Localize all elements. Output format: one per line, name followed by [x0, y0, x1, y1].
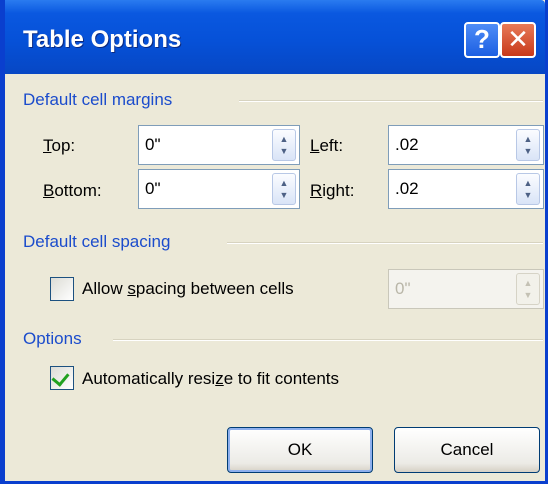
spin-down-icon[interactable]: ▼ — [517, 146, 539, 156]
spin-down-icon[interactable]: ▼ — [273, 146, 295, 156]
auto-resize-checkbox[interactable] — [50, 366, 74, 390]
close-button[interactable]: ✕ — [500, 22, 536, 58]
left-margin-value: .02 — [395, 135, 419, 154]
top-margin-label: Top: — [43, 136, 76, 155]
spin-up-icon[interactable]: ▲ — [517, 278, 539, 288]
dialog-title: Table Options — [23, 26, 182, 53]
separator — [113, 339, 543, 341]
group-label-cell-spacing: Default cell spacing — [23, 232, 171, 251]
bottom-margin-value: 0" — [145, 179, 161, 198]
cell-spacing-value: 0" — [395, 279, 411, 298]
left-margin-label: Left: — [310, 136, 344, 155]
left-margin-spin-buttons[interactable]: ▲ ▼ — [516, 129, 540, 161]
top-margin-value: 0" — [145, 135, 161, 154]
spin-down-icon[interactable]: ▼ — [517, 190, 539, 200]
right-margin-value: .02 — [395, 179, 419, 198]
separator — [239, 100, 543, 102]
spin-up-icon[interactable]: ▲ — [273, 178, 295, 188]
spin-up-icon[interactable]: ▲ — [517, 134, 539, 144]
cell-spacing-spinner[interactable]: 0" ▲ ▼ — [388, 269, 544, 309]
cell-spacing-spin-buttons[interactable]: ▲ ▼ — [516, 273, 540, 305]
group-label-options: Options — [23, 329, 82, 348]
right-margin-label: Right: — [310, 181, 355, 200]
help-icon: ? — [474, 24, 490, 54]
cancel-button[interactable]: Cancel — [394, 427, 540, 473]
checkmark-icon — [51, 368, 70, 387]
title-bar[interactable]: Table Options ? ✕ — [5, 0, 545, 74]
ok-button[interactable]: OK — [227, 427, 373, 473]
allow-spacing-label[interactable]: Allow spacing between cells — [82, 279, 294, 299]
right-margin-spinner[interactable]: .02 ▲ ▼ — [388, 169, 544, 209]
allow-spacing-checkbox[interactable] — [50, 277, 74, 301]
spin-down-icon[interactable]: ▼ — [273, 190, 295, 200]
help-button[interactable]: ? — [464, 22, 500, 58]
bottom-margin-label: Bottom: — [43, 181, 102, 200]
spin-up-icon[interactable]: ▲ — [273, 134, 295, 144]
group-label-cell-margins: Default cell margins — [23, 90, 173, 109]
right-margin-spin-buttons[interactable]: ▲ ▼ — [516, 173, 540, 205]
left-margin-spinner[interactable]: .02 ▲ ▼ — [388, 125, 544, 165]
close-icon: ✕ — [507, 24, 529, 54]
top-margin-spinner[interactable]: 0" ▲ ▼ — [138, 125, 300, 165]
bottom-margin-spinner[interactable]: 0" ▲ ▼ — [138, 169, 300, 209]
auto-resize-label[interactable]: Automatically resize to fit contents — [82, 369, 339, 389]
separator — [227, 242, 543, 244]
table-options-dialog: Table Options ? ✕ Default cell margins T… — [0, 0, 548, 484]
bottom-margin-spin-buttons[interactable]: ▲ ▼ — [272, 173, 296, 205]
top-margin-spin-buttons[interactable]: ▲ ▼ — [272, 129, 296, 161]
spin-down-icon[interactable]: ▼ — [517, 290, 539, 300]
spin-up-icon[interactable]: ▲ — [517, 178, 539, 188]
